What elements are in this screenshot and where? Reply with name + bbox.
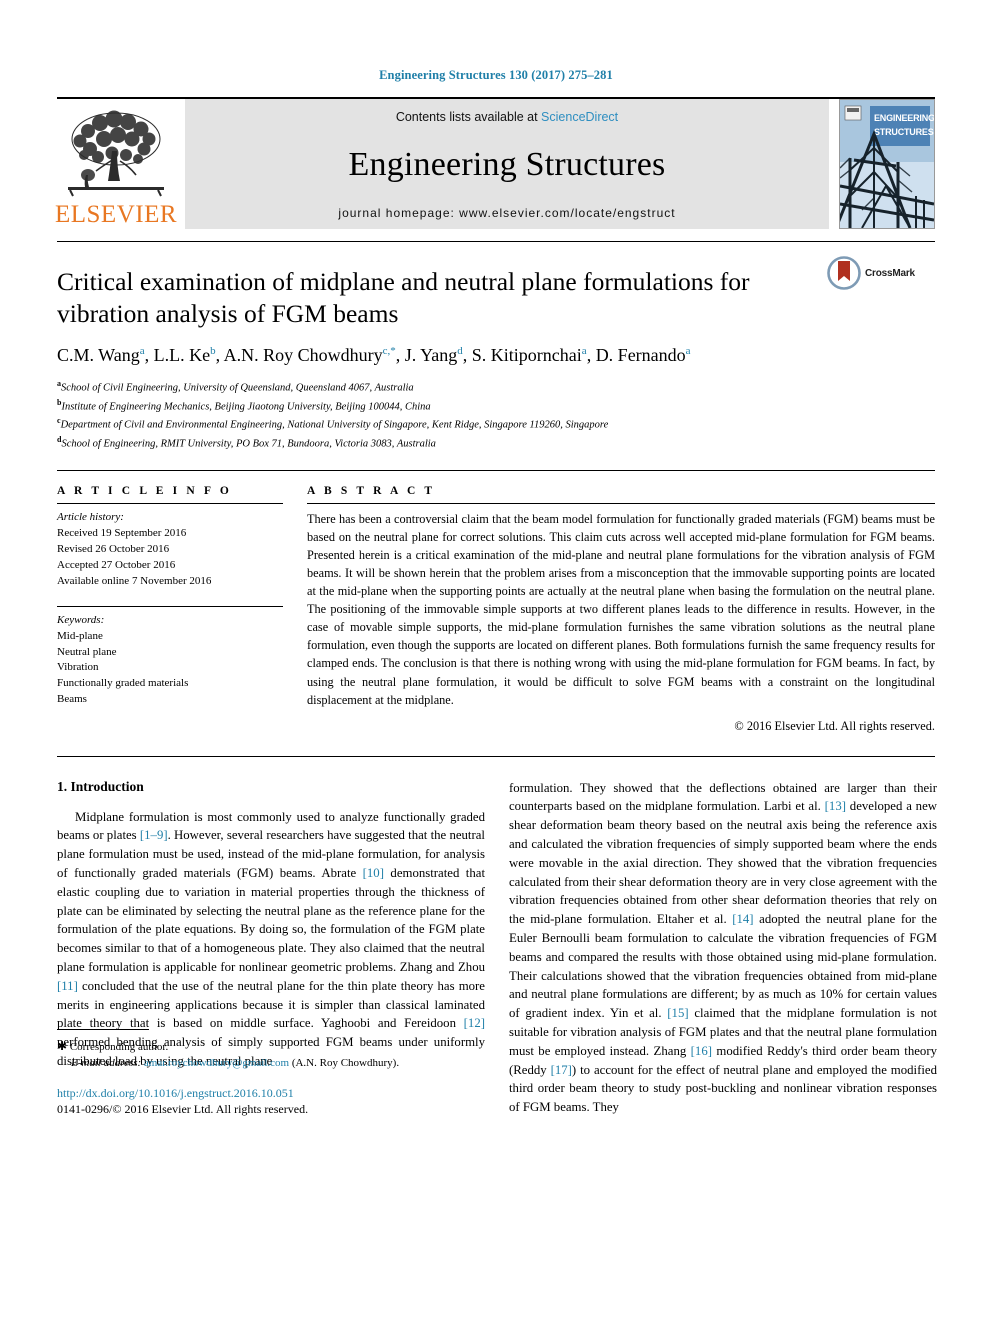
keywords-rule <box>57 605 283 607</box>
journal-masthead: ELSEVIER Contents lists available at Sci… <box>54 97 935 229</box>
svg-text:STRUCTURES: STRUCTURES <box>874 127 934 137</box>
asterisk-icon: ✱ <box>57 1038 68 1053</box>
abstract-column: A B S T R A C T There has been a controv… <box>307 485 935 734</box>
paper-page: Engineering Structures 130 (2017) 275–28… <box>0 0 992 1323</box>
corresponding-author-line: ✱ Corresponding author. <box>57 1037 485 1056</box>
abstract-rule <box>307 502 935 504</box>
sciencedirect-link[interactable]: ScienceDirect <box>541 110 618 124</box>
journal-homepage[interactable]: journal homepage: www.elsevier.com/locat… <box>338 206 675 220</box>
page-title: Critical examination of midplane and neu… <box>57 267 750 328</box>
elsevier-tree-icon <box>68 110 164 197</box>
title-block: CrossMark Critical examination of midpla… <box>57 242 935 452</box>
affiliation-list: aSchool of Civil Engineering, University… <box>57 378 935 452</box>
article-info-heading: A R T I C L E I N F O <box>57 484 232 497</box>
abstract-copyright: © 2016 Elsevier Ltd. All rights reserved… <box>734 718 935 733</box>
contents-available-line: Contents lists available at ScienceDirec… <box>396 110 618 124</box>
info-abstract-row: A R T I C L E I N F O Article history: R… <box>57 471 935 734</box>
keyword-item: Vibration <box>57 661 99 674</box>
intro-paragraph-right: formulation. They showed that the deflec… <box>509 780 938 1115</box>
body-left-column: 1. Introduction Midplane formulation is … <box>57 779 485 1117</box>
article-history-item: Available online 7 November 2016 <box>57 574 212 587</box>
affiliation-text: Department of Civil and Environmental En… <box>60 419 609 431</box>
keyword-item: Mid-plane <box>57 629 103 642</box>
journal-cover-image: ENGINEERING STRUCTURES <box>840 100 934 228</box>
running-head: Engineering Structures 130 (2017) 275–28… <box>379 68 613 82</box>
elsevier-logo: ELSEVIER <box>54 99 178 229</box>
doi-link[interactable]: http://dx.doi.org/10.1016/j.engstruct.20… <box>57 1085 485 1101</box>
journal-title: Engineering Structures <box>348 146 666 183</box>
crossmark-icon <box>827 256 861 290</box>
elsevier-wordmark: ELSEVIER <box>54 201 178 228</box>
article-history-item: Received 19 September 2016 <box>57 526 187 539</box>
email-label: E-mail address: <box>71 1057 142 1070</box>
article-info-rule <box>57 502 283 504</box>
email-owner: (A.N. Roy Chowdhury). <box>291 1057 400 1070</box>
affiliation-item: bInstitute of Engineering Mechanics, Bei… <box>57 397 935 415</box>
keyword-item: Neutral plane <box>57 645 117 658</box>
affiliation-text: Institute of Engineering Mechanics, Beij… <box>61 401 431 413</box>
affiliation-text: School of Civil Engineering, University … <box>61 382 414 394</box>
crossmark-label: CrossMark <box>865 267 915 279</box>
masthead-center: Contents lists available at ScienceDirec… <box>185 99 829 229</box>
contents-prefix: Contents lists available at <box>395 110 542 124</box>
affiliation-item: cDepartment of Civil and Environmental E… <box>57 415 935 433</box>
keyword-item: Beams <box>57 693 87 706</box>
article-history-label: Article history: <box>57 510 124 523</box>
issn-copyright-line: 0141-0296/© 2016 Elsevier Ltd. All right… <box>57 1101 309 1116</box>
article-history-item: Revised 26 October 2016 <box>57 542 170 555</box>
abstract-heading: A B S T R A C T <box>307 484 436 497</box>
body-columns: 1. Introduction Midplane formulation is … <box>57 757 937 1117</box>
author-list: C.M. Wanga, L.L. Keb, A.N. Roy Chowdhury… <box>57 344 691 365</box>
crossmark-badge[interactable]: CrossMark <box>827 256 935 290</box>
svg-text:ENGINEERING: ENGINEERING <box>874 113 934 123</box>
email-link[interactable]: amar.roychowdhury@gmail.com <box>144 1057 289 1069</box>
journal-cover-thumbnail: ENGINEERING STRUCTURES <box>839 99 935 229</box>
email-line: E-mail address: amar.roychowdhury@gmail.… <box>57 1055 485 1072</box>
section-heading-introduction: 1. Introduction <box>57 778 144 794</box>
abstract-text: There has been a controversial claim tha… <box>307 511 935 707</box>
body-right-column: formulation. They showed that the deflec… <box>509 779 937 1117</box>
affiliation-item: dSchool of Engineering, RMIT University,… <box>57 434 935 452</box>
keywords-label: Keywords: <box>57 613 105 626</box>
article-info-column: A R T I C L E I N F O Article history: R… <box>57 485 307 734</box>
keyword-item: Functionally graded materials <box>57 677 189 690</box>
affiliation-item: aSchool of Civil Engineering, University… <box>57 378 935 396</box>
corresponding-author-text: Corresponding author. <box>69 1040 169 1053</box>
affiliation-text: School of Engineering, RMIT University, … <box>61 438 436 449</box>
footnote-divider <box>57 1028 149 1030</box>
article-history-item: Accepted 27 October 2016 <box>57 558 176 571</box>
footnote-block: ✱ Corresponding author. E-mail address: … <box>57 1028 485 1117</box>
keywords-block: Keywords: Mid-plane Neutral plane Vibrat… <box>57 605 283 709</box>
